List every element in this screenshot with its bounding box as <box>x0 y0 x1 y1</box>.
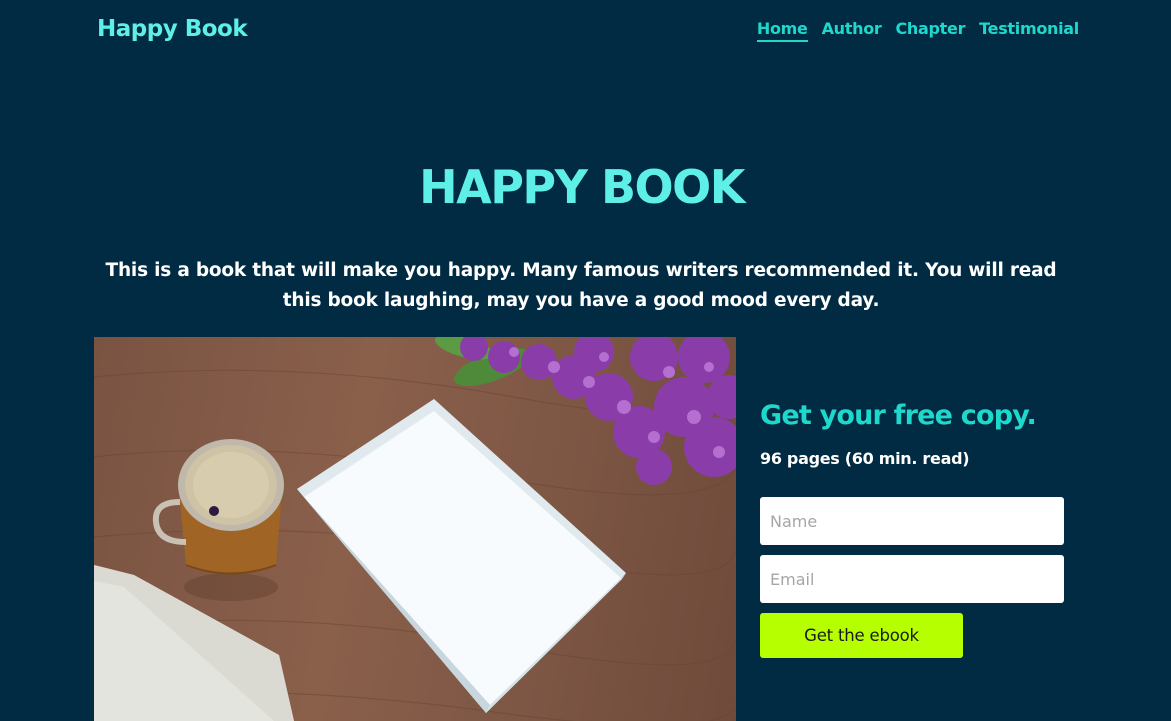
nav-testimonial[interactable]: Testimonial <box>979 19 1079 42</box>
nav-chapter[interactable]: Chapter <box>895 19 965 42</box>
main-nav: Home Author Chapter Testimonial <box>756 19 1079 42</box>
hero-title: HAPPY BOOK <box>419 160 745 214</box>
get-ebook-button[interactable]: Get the ebook <box>760 613 963 658</box>
brand-logo[interactable]: Happy Book <box>97 16 248 42</box>
hero-description: This is a book that will make you happy.… <box>105 260 1057 311</box>
book-photo-illustration <box>94 337 736 721</box>
signup-subtitle: 96 pages (60 min. read) <box>760 449 970 468</box>
email-input[interactable] <box>760 555 1064 603</box>
book-photo <box>94 337 736 721</box>
name-input[interactable] <box>760 497 1064 545</box>
signup-title: Get your free copy. <box>760 400 1037 431</box>
nav-author[interactable]: Author <box>822 19 882 42</box>
nav-home[interactable]: Home <box>756 19 808 42</box>
